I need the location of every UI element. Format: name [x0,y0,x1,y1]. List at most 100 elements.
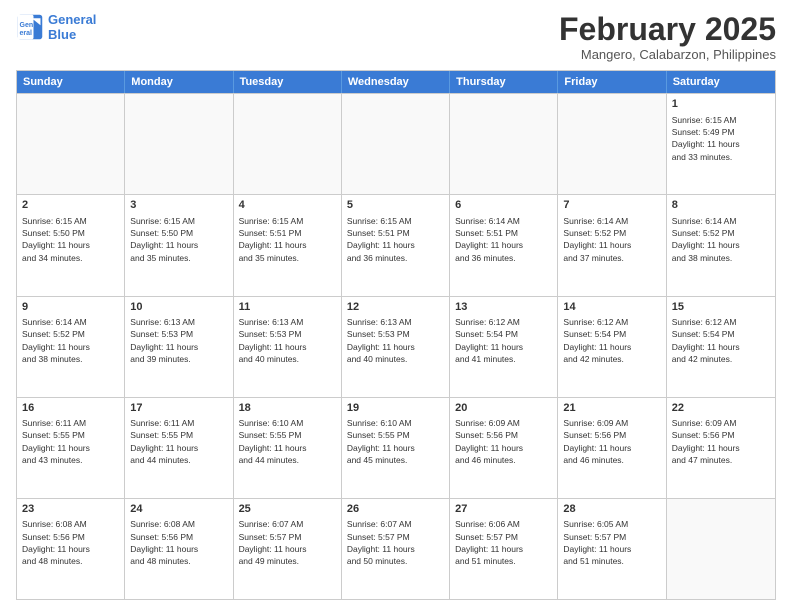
day-number: 1 [672,97,770,112]
cal-header-day: Sunday [17,71,125,93]
cell-info: Sunrise: 6:08 AM Sunset: 5:56 PM Dayligh… [130,518,227,567]
page: Gen eral General Blue February 2025 Mang… [0,0,792,612]
svg-text:eral: eral [20,30,33,37]
cal-cell: 23Sunrise: 6:08 AM Sunset: 5:56 PM Dayli… [17,499,125,599]
cal-cell: 25Sunrise: 6:07 AM Sunset: 5:57 PM Dayli… [234,499,342,599]
cal-cell: 15Sunrise: 6:12 AM Sunset: 5:54 PM Dayli… [667,297,775,397]
cal-week-row: 9Sunrise: 6:14 AM Sunset: 5:52 PM Daylig… [17,296,775,397]
day-number: 23 [22,502,119,517]
cell-info: Sunrise: 6:10 AM Sunset: 5:55 PM Dayligh… [347,417,444,466]
day-number: 27 [455,502,552,517]
logo-text: General Blue [48,12,96,42]
cell-info: Sunrise: 6:12 AM Sunset: 5:54 PM Dayligh… [672,316,770,365]
cal-header-day: Wednesday [342,71,450,93]
cal-header-day: Friday [558,71,666,93]
cell-info: Sunrise: 6:15 AM Sunset: 5:51 PM Dayligh… [239,215,336,264]
cell-info: Sunrise: 6:15 AM Sunset: 5:50 PM Dayligh… [22,215,119,264]
day-number: 24 [130,502,227,517]
cal-cell: 20Sunrise: 6:09 AM Sunset: 5:56 PM Dayli… [450,398,558,498]
svg-text:Gen: Gen [20,22,34,29]
calendar-body: 1 Sunrise: 6:15 AM Sunset: 5:49 PM Daylig… [17,93,775,599]
cal-week-row: 23Sunrise: 6:08 AM Sunset: 5:56 PM Dayli… [17,498,775,599]
cal-cell: 17Sunrise: 6:11 AM Sunset: 5:55 PM Dayli… [125,398,233,498]
day-number: 22 [672,401,770,416]
cell-info: Sunrise: 6:14 AM Sunset: 5:52 PM Dayligh… [22,316,119,365]
cal-cell: 4 Sunrise: 6:15 AM Sunset: 5:51 PM Daylig… [234,195,342,295]
cal-cell: 22Sunrise: 6:09 AM Sunset: 5:56 PM Dayli… [667,398,775,498]
cal-header-day: Tuesday [234,71,342,93]
cal-cell: 3 Sunrise: 6:15 AM Sunset: 5:50 PM Daylig… [125,195,233,295]
cell-info: Sunrise: 6:13 AM Sunset: 5:53 PM Dayligh… [130,316,227,365]
day-number: 10 [130,300,227,315]
cal-cell: 9Sunrise: 6:14 AM Sunset: 5:52 PM Daylig… [17,297,125,397]
cell-info: Sunrise: 6:09 AM Sunset: 5:56 PM Dayligh… [455,417,552,466]
cal-cell [667,499,775,599]
cell-info: Sunrise: 6:12 AM Sunset: 5:54 PM Dayligh… [455,316,552,365]
cal-cell: 7 Sunrise: 6:14 AM Sunset: 5:52 PM Daylig… [558,195,666,295]
cal-cell: 8Sunrise: 6:14 AM Sunset: 5:52 PM Daylig… [667,195,775,295]
cal-cell: 26Sunrise: 6:07 AM Sunset: 5:57 PM Dayli… [342,499,450,599]
title-section: February 2025 Mangero, Calabarzon, Phili… [559,12,776,62]
cal-cell [234,94,342,194]
day-number: 6 [455,198,552,213]
day-number: 28 [563,502,660,517]
day-number: 18 [239,401,336,416]
day-number: 3 [130,198,227,213]
day-number: 16 [22,401,119,416]
cal-cell [558,94,666,194]
cal-header-day: Thursday [450,71,558,93]
cell-info: Sunrise: 6:13 AM Sunset: 5:53 PM Dayligh… [239,316,336,365]
cell-info: Sunrise: 6:07 AM Sunset: 5:57 PM Dayligh… [347,518,444,567]
cal-cell [125,94,233,194]
logo-icon: Gen eral [16,13,44,41]
cal-cell: 27Sunrise: 6:06 AM Sunset: 5:57 PM Dayli… [450,499,558,599]
logo: Gen eral General Blue [16,12,96,42]
cal-cell: 5Sunrise: 6:15 AM Sunset: 5:51 PM Daylig… [342,195,450,295]
day-number: 11 [239,300,336,315]
cal-cell: 28Sunrise: 6:05 AM Sunset: 5:57 PM Dayli… [558,499,666,599]
cal-cell: 14Sunrise: 6:12 AM Sunset: 5:54 PM Dayli… [558,297,666,397]
cell-info: Sunrise: 6:13 AM Sunset: 5:53 PM Dayligh… [347,316,444,365]
day-number: 8 [672,198,770,213]
cal-cell: 2 Sunrise: 6:15 AM Sunset: 5:50 PM Daylig… [17,195,125,295]
cell-info: Sunrise: 6:09 AM Sunset: 5:56 PM Dayligh… [672,417,770,466]
cal-week-row: 1 Sunrise: 6:15 AM Sunset: 5:49 PM Daylig… [17,93,775,194]
day-number: 2 [22,198,119,213]
day-number: 7 [563,198,660,213]
cell-info: Sunrise: 6:15 AM Sunset: 5:49 PM Dayligh… [672,114,770,163]
cal-cell [450,94,558,194]
cal-cell [17,94,125,194]
cell-info: Sunrise: 6:11 AM Sunset: 5:55 PM Dayligh… [22,417,119,466]
cell-info: Sunrise: 6:10 AM Sunset: 5:55 PM Dayligh… [239,417,336,466]
day-number: 15 [672,300,770,315]
cell-info: Sunrise: 6:14 AM Sunset: 5:51 PM Dayligh… [455,215,552,264]
header: Gen eral General Blue February 2025 Mang… [16,12,776,62]
day-number: 14 [563,300,660,315]
cell-info: Sunrise: 6:09 AM Sunset: 5:56 PM Dayligh… [563,417,660,466]
cal-cell: 19Sunrise: 6:10 AM Sunset: 5:55 PM Dayli… [342,398,450,498]
cal-week-row: 16Sunrise: 6:11 AM Sunset: 5:55 PM Dayli… [17,397,775,498]
day-number: 21 [563,401,660,416]
day-number: 4 [239,198,336,213]
cal-cell: 1 Sunrise: 6:15 AM Sunset: 5:49 PM Daylig… [667,94,775,194]
day-number: 26 [347,502,444,517]
location: Mangero, Calabarzon, Philippines [559,47,776,62]
day-number: 20 [455,401,552,416]
cal-cell: 18Sunrise: 6:10 AM Sunset: 5:55 PM Dayli… [234,398,342,498]
cell-info: Sunrise: 6:07 AM Sunset: 5:57 PM Dayligh… [239,518,336,567]
day-number: 5 [347,198,444,213]
cal-header-day: Saturday [667,71,775,93]
cal-cell: 6 Sunrise: 6:14 AM Sunset: 5:51 PM Daylig… [450,195,558,295]
cell-info: Sunrise: 6:06 AM Sunset: 5:57 PM Dayligh… [455,518,552,567]
cal-week-row: 2 Sunrise: 6:15 AM Sunset: 5:50 PM Daylig… [17,194,775,295]
month-title: February 2025 [559,12,776,47]
cal-cell [342,94,450,194]
day-number: 19 [347,401,444,416]
cal-cell: 13Sunrise: 6:12 AM Sunset: 5:54 PM Dayli… [450,297,558,397]
cell-info: Sunrise: 6:15 AM Sunset: 5:50 PM Dayligh… [130,215,227,264]
cell-info: Sunrise: 6:08 AM Sunset: 5:56 PM Dayligh… [22,518,119,567]
cell-info: Sunrise: 6:14 AM Sunset: 5:52 PM Dayligh… [563,215,660,264]
cal-cell: 16Sunrise: 6:11 AM Sunset: 5:55 PM Dayli… [17,398,125,498]
cal-cell: 24Sunrise: 6:08 AM Sunset: 5:56 PM Dayli… [125,499,233,599]
cell-info: Sunrise: 6:12 AM Sunset: 5:54 PM Dayligh… [563,316,660,365]
